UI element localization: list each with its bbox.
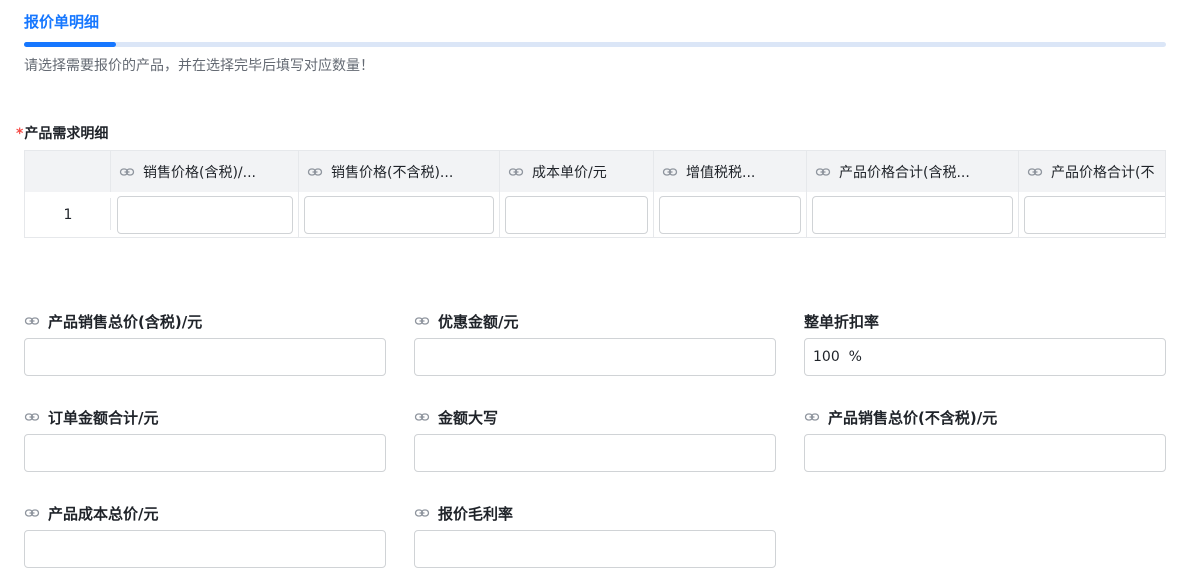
column-header-label: 销售价格(不含税)... xyxy=(331,164,454,181)
amount-in-words-input[interactable] xyxy=(414,434,776,472)
column-header[interactable]: 销售价格(含税)/... xyxy=(111,151,299,192)
field-label-text: 产品销售总价(不含税)/元 xyxy=(828,408,998,427)
field-label-text: 产品成本总价/元 xyxy=(48,504,159,523)
link-icon xyxy=(24,409,40,425)
link-icon xyxy=(307,164,323,180)
field-label-text: 报价毛利率 xyxy=(438,504,514,523)
product-detail-table: 销售价格(含税)/... 销售价格(不含税)... 成本单价/元 增值税税...… xyxy=(24,150,1166,238)
cell-input-unit-cost[interactable] xyxy=(505,196,648,234)
field-order-discount-rate: 整单折扣率 xyxy=(804,311,1166,376)
order-discount-rate-input[interactable] xyxy=(804,338,1166,376)
link-icon xyxy=(24,313,40,329)
section-underline xyxy=(24,42,1166,47)
field-total-cost: 产品成本总价/元 xyxy=(24,503,386,568)
cell-input-sales-price-excl-tax[interactable] xyxy=(304,196,494,234)
field-label: 优惠金额/元 xyxy=(414,311,776,331)
link-icon xyxy=(804,409,820,425)
table-cell xyxy=(299,192,500,237)
subtable-label: *产品需求明细 xyxy=(16,123,108,143)
field-order-total: 订单金额合计/元 xyxy=(24,407,386,472)
gross-margin-input[interactable] xyxy=(414,530,776,568)
field-label-text: 优惠金额/元 xyxy=(438,312,519,331)
column-header[interactable]: 销售价格(不含税)... xyxy=(299,151,500,192)
column-header-label: 成本单价/元 xyxy=(532,164,607,181)
field-label-text: 金额大写 xyxy=(438,408,499,427)
column-header[interactable]: 产品价格合计(不 xyxy=(1019,151,1165,192)
field-gross-margin: 报价毛利率 xyxy=(414,503,776,568)
field-label: 整单折扣率 xyxy=(804,311,1166,331)
index-header-cell xyxy=(25,151,111,192)
cell-input-vat[interactable] xyxy=(659,196,801,234)
field-label: 订单金额合计/元 xyxy=(24,407,386,427)
cell-input-product-total-excl-tax[interactable] xyxy=(1024,196,1165,234)
field-label-text: 整单折扣率 xyxy=(804,312,880,331)
link-icon xyxy=(508,164,524,180)
link-icon xyxy=(24,505,40,521)
order-total-input[interactable] xyxy=(24,434,386,472)
field-label: 金额大写 xyxy=(414,407,776,427)
link-icon xyxy=(119,164,135,180)
subtable-label-text: 产品需求明细 xyxy=(24,126,109,142)
row-index-cell: 1 xyxy=(25,192,111,237)
section-description: 请选择需要报价的产品，并在选择完毕后填写对应数量！ xyxy=(24,58,374,74)
field-label: 报价毛利率 xyxy=(414,503,776,523)
table-cell xyxy=(807,192,1019,237)
column-header[interactable]: 产品价格合计(含税... xyxy=(807,151,1019,192)
link-icon xyxy=(414,313,430,329)
link-icon xyxy=(815,164,831,180)
field-label-text: 产品销售总价(含税)/元 xyxy=(48,312,203,331)
link-icon xyxy=(662,164,678,180)
table-row: 1 xyxy=(25,192,1165,237)
column-header[interactable]: 成本单价/元 xyxy=(500,151,654,192)
field-amount-in-words: 金额大写 xyxy=(414,407,776,472)
table-cell xyxy=(111,192,299,237)
total-sales-excl-tax-input[interactable] xyxy=(804,434,1166,472)
table-cell xyxy=(1019,192,1165,237)
link-icon xyxy=(414,409,430,425)
field-label: 产品销售总价(含税)/元 xyxy=(24,311,386,331)
cell-input-sales-price-incl-tax[interactable] xyxy=(117,196,293,234)
column-header-label: 产品价格合计(含税... xyxy=(839,164,970,181)
column-header[interactable]: 增值税税... xyxy=(654,151,807,192)
section-title[interactable]: 报价单明细 xyxy=(24,11,99,32)
table-header-row: 销售价格(含税)/... 销售价格(不含税)... 成本单价/元 增值税税...… xyxy=(25,151,1165,192)
column-header-label: 增值税税... xyxy=(686,164,756,181)
row-number: 1 xyxy=(63,207,73,223)
field-label: 产品销售总价(不含税)/元 xyxy=(804,407,1166,427)
field-total-sales-incl-tax: 产品销售总价(含税)/元 xyxy=(24,311,386,376)
link-icon xyxy=(414,505,430,521)
quote-detail-page: 报价单明细 请选择需要报价的产品，并在选择完毕后填写对应数量！ *产品需求明细 … xyxy=(0,0,1200,583)
cell-input-product-total-incl-tax[interactable] xyxy=(812,196,1013,234)
column-header-label: 产品价格合计(不 xyxy=(1051,164,1155,181)
total-sales-incl-tax-input[interactable] xyxy=(24,338,386,376)
link-icon xyxy=(1027,164,1043,180)
discount-amount-input[interactable] xyxy=(414,338,776,376)
table-cell xyxy=(654,192,807,237)
required-mark: * xyxy=(16,126,24,142)
field-label-text: 订单金额合计/元 xyxy=(48,408,159,427)
table-cell xyxy=(500,192,654,237)
field-label: 产品成本总价/元 xyxy=(24,503,386,523)
column-header-label: 销售价格(含税)/... xyxy=(143,164,256,181)
section-underline-active xyxy=(24,42,116,47)
total-cost-input[interactable] xyxy=(24,530,386,568)
field-discount-amount: 优惠金额/元 xyxy=(414,311,776,376)
field-total-sales-excl-tax: 产品销售总价(不含税)/元 xyxy=(804,407,1166,472)
